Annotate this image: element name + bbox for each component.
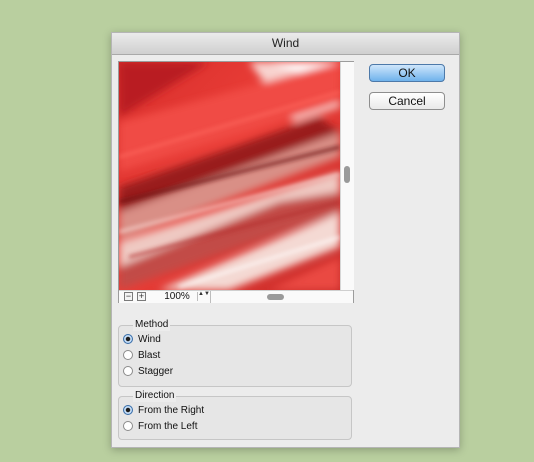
method-option-label: Wind	[138, 334, 161, 345]
direction-option-label: From the Left	[138, 421, 198, 432]
vertical-scroll-thumb[interactable]	[344, 166, 350, 183]
cancel-button[interactable]: Cancel	[369, 92, 445, 110]
wind-filter-dialog: Wind − + 100% ▲▼ OK Cancel Method Wind B…	[111, 32, 460, 448]
zoom-level: 100%	[164, 291, 190, 302]
direction-legend: Direction	[133, 390, 177, 402]
dialog-title: Wind	[112, 33, 459, 55]
method-option-label: Blast	[138, 350, 161, 361]
preview-panel: − + 100% ▲▼	[118, 61, 354, 303]
radio-checked-icon[interactable]	[123, 405, 133, 415]
direction-option-label: From the Right	[138, 405, 205, 416]
ok-button[interactable]: OK	[369, 64, 445, 82]
radio-unchecked-icon[interactable]	[123, 366, 133, 376]
zoom-bar-divider	[210, 291, 211, 303]
horizontal-scroll-thumb[interactable]	[267, 294, 284, 300]
direction-group: Direction From the Right From the Left	[118, 390, 352, 440]
preview-vertical-scrollbar[interactable]	[340, 62, 354, 290]
method-group: Method Wind Blast Stagger	[118, 319, 352, 387]
zoom-out-button[interactable]: −	[124, 292, 133, 301]
radio-unchecked-icon[interactable]	[123, 350, 133, 360]
zoom-in-button[interactable]: +	[137, 292, 146, 301]
preview-image[interactable]	[119, 62, 340, 290]
method-option-label: Stagger	[138, 366, 174, 377]
zoom-stepper-icon[interactable]: ▲▼	[197, 291, 210, 301]
preview-zoom-bar: − + 100% ▲▼	[119, 290, 353, 303]
radio-checked-icon[interactable]	[123, 334, 133, 344]
radio-unchecked-icon[interactable]	[123, 421, 133, 431]
method-legend: Method	[133, 319, 171, 331]
